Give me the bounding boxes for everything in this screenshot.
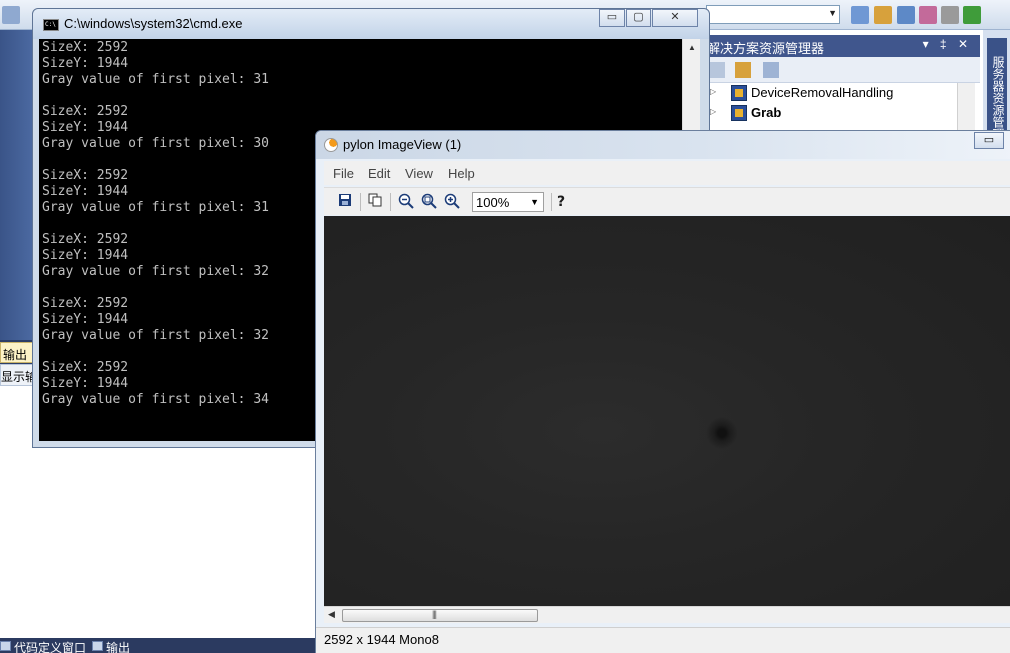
solution-explorer-title: 解决方案资源管理器	[707, 41, 825, 56]
pylon-toolbar: 100% ▼ ?	[324, 187, 1010, 215]
pylon-statusbar: 2592 x 1944 Mono8	[316, 627, 1010, 653]
console-line: SizeX: 2592	[42, 104, 129, 119]
console-line: SizeY: 1944	[42, 248, 129, 263]
ide-editor-area	[0, 30, 34, 340]
solution-item-grab[interactable]: ▷ Grab	[705, 103, 965, 123]
toolbar-separator	[390, 193, 391, 211]
console-line: SizeX: 2592	[42, 360, 129, 375]
menu-help[interactable]: Help	[448, 166, 475, 181]
start-page-icon[interactable]	[963, 6, 981, 24]
pylon-imageview-window[interactable]: pylon ImageView (1) ▭ File Edit View Hel…	[315, 130, 1010, 653]
console-line: Gray value of first pixel: 31	[42, 200, 269, 215]
svg-text:?: ?	[557, 194, 565, 209]
console-line: Gray value of first pixel: 34	[42, 392, 269, 407]
output-tab[interactable]: 输出	[92, 639, 130, 653]
ide-toolbar-icon[interactable]	[2, 6, 20, 24]
console-line: SizeX: 2592	[42, 232, 129, 247]
maximize-button[interactable]: ▢	[626, 9, 651, 27]
view-class-diagram-icon[interactable]	[763, 62, 779, 78]
code-definition-tab[interactable]: 代码定义窗口	[0, 639, 86, 653]
console-line: Gray value of first pixel: 31	[42, 72, 269, 87]
cmd-icon	[43, 19, 59, 31]
solution-item-deviceremovalhandling[interactable]: ▷ DeviceRemovalHandling	[705, 83, 965, 103]
help-icon[interactable]: ?	[552, 193, 570, 211]
console-output: SizeX: 2592 SizeY: 1944 Gray value of firs…	[42, 40, 269, 408]
ide-output-tab[interactable]: 输出	[0, 342, 34, 363]
console-line: SizeY: 1944	[42, 376, 129, 391]
properties-icon[interactable]	[874, 6, 892, 24]
ide-solution-config-combo[interactable]: ▼	[706, 5, 840, 24]
toolbar-separator	[360, 193, 361, 211]
zoom-value: 100%	[476, 195, 510, 210]
expand-icon[interactable]: ▷	[710, 107, 716, 116]
menu-file[interactable]: File	[333, 166, 354, 181]
zoom-select[interactable]: 100% ▼	[472, 192, 544, 212]
toolbox-icon[interactable]	[897, 6, 915, 24]
object-browser-icon[interactable]	[919, 6, 937, 24]
console-line: Gray value of first pixel: 30	[42, 136, 269, 151]
menu-view[interactable]: View	[405, 166, 433, 181]
solution-explorer-header: 解决方案资源管理器 ▾ ‡ ✕	[705, 35, 980, 57]
minimize-button[interactable]: ▭	[599, 9, 625, 27]
console-line: SizeY: 1944	[42, 312, 129, 327]
solution-explorer: 解决方案资源管理器 ▾ ‡ ✕ ▷ DeviceRemovalHandling …	[705, 30, 980, 130]
save-icon[interactable]	[336, 193, 354, 211]
console-line: Gray value of first pixel: 32	[42, 328, 269, 343]
show-all-files-icon[interactable]	[735, 62, 751, 78]
solution-explorer-toolbar	[705, 57, 980, 83]
close-button[interactable]: ✕	[652, 9, 698, 27]
camera-image-view[interactable]	[324, 216, 1010, 606]
console-line: Gray value of first pixel: 32	[42, 264, 269, 279]
zoom-fit-icon[interactable]	[420, 193, 438, 211]
zoom-out-icon[interactable]	[397, 193, 415, 211]
cmd-titlebar[interactable]: C:\windows\system32\cmd.exe ▭ ▢ ✕	[33, 9, 709, 39]
ide-output-source-label[interactable]: 显示输	[0, 364, 34, 386]
panel-controls[interactable]: ▾ ‡ ✕	[923, 37, 972, 51]
cmd-title: C:\windows\system32\cmd.exe	[64, 16, 243, 31]
console-line: SizeY: 1944	[42, 120, 129, 135]
project-icon	[731, 105, 747, 121]
image-horizontal-scrollbar[interactable]: ◀	[324, 606, 1010, 623]
pylon-menubar: File Edit View Help	[324, 161, 1010, 185]
pylon-app-icon	[324, 138, 338, 152]
scrollbar-thumb[interactable]	[342, 609, 538, 622]
server-explorer-tab[interactable]: 服务器资源管理器	[987, 38, 1007, 130]
pylon-titlebar[interactable]: pylon ImageView (1) ▭	[316, 131, 1010, 159]
project-icon	[731, 85, 747, 101]
image-format-status: 2592 x 1944 Mono8	[324, 632, 439, 647]
code-definition-icon	[0, 641, 11, 651]
output-icon	[92, 641, 103, 651]
scroll-up-icon[interactable]: ▲	[688, 43, 696, 52]
chevron-down-icon[interactable]: ▼	[530, 197, 539, 207]
tools-icon[interactable]	[941, 6, 959, 24]
console-line: SizeX: 2592	[42, 168, 129, 183]
find-icon[interactable]	[851, 6, 869, 24]
expand-icon[interactable]: ▷	[710, 87, 716, 96]
pylon-title: pylon ImageView (1)	[343, 137, 462, 152]
ide-output-pane	[0, 386, 34, 640]
properties-icon[interactable]	[709, 62, 725, 78]
copy-icon[interactable]	[366, 193, 384, 211]
minimize-button[interactable]: ▭	[974, 132, 1004, 149]
menu-edit[interactable]: Edit	[368, 166, 390, 181]
solution-item-label: Grab	[751, 105, 782, 120]
output-tab-label: 输出	[106, 641, 131, 653]
scroll-left-icon[interactable]: ◀	[328, 609, 335, 620]
solution-explorer-scrollbar[interactable]	[957, 83, 975, 130]
code-definition-tab-label: 代码定义窗口	[14, 641, 87, 653]
chevron-down-icon: ▼	[828, 8, 837, 18]
console-line: SizeY: 1944	[42, 56, 129, 71]
solution-item-label: DeviceRemovalHandling	[751, 85, 894, 100]
console-line: SizeX: 2592	[42, 40, 129, 55]
zoom-in-icon[interactable]	[443, 193, 461, 211]
console-line: SizeY: 1944	[42, 184, 129, 199]
console-line: SizeX: 2592	[42, 296, 129, 311]
